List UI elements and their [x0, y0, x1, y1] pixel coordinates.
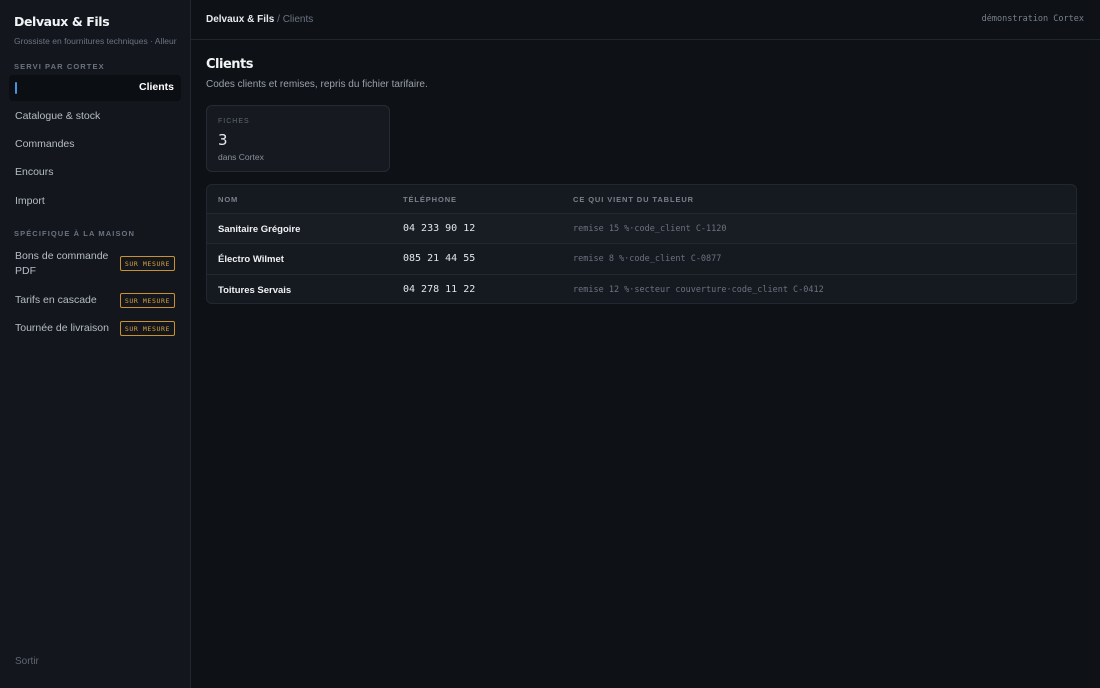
brand-subtitle: Grossiste en fournitures techniques · Al…: [14, 36, 177, 46]
sidebar-item-tournee[interactable]: Tournée de livraison SUR MESURE: [9, 316, 181, 342]
client-spreadsheet-data: remise 8 %·code_client C-0877: [573, 254, 722, 264]
client-name: Toitures Servais: [218, 285, 292, 296]
table-row[interactable]: Toitures Servais 04 278 11 22 remise 12 …: [207, 274, 1076, 303]
sidebar-item-clients[interactable]: Clients: [9, 75, 181, 101]
stat-card: FICHES 3 dans Cortex: [206, 105, 390, 172]
column-header-tableur: CE QUI VIENT DU TABLEUR: [573, 195, 694, 204]
logout-link[interactable]: Sortir: [15, 656, 39, 667]
sidebar-item-label: Encours: [15, 166, 54, 178]
section-label-cortex: SERVI PAR CORTEX: [14, 62, 105, 71]
column-header-nom: NOM: [218, 195, 239, 204]
sidebar-item-label: Import: [15, 195, 45, 207]
table-row[interactable]: Sanitaire Grégoire 04 233 90 12 remise 1…: [207, 213, 1076, 243]
sidebar-item-tarifs[interactable]: Tarifs en cascade SUR MESURE: [9, 288, 181, 314]
table-row[interactable]: Électro Wilmet 085 21 44 55 remise 8 %·c…: [207, 243, 1076, 273]
stat-note: dans Cortex: [218, 152, 264, 162]
sidebar-item-import[interactable]: Import: [9, 189, 181, 215]
client-phone: 04 278 11 22: [403, 284, 476, 295]
sidebar-item-label: Tarifs en cascade: [15, 294, 97, 306]
stat-value: 3: [218, 131, 228, 149]
client-phone: 085 21 44 55: [403, 253, 476, 264]
clients-table: NOM TÉLÉPHONE CE QUI VIENT DU TABLEUR Sa…: [206, 184, 1077, 304]
page-title: Clients: [206, 57, 253, 72]
topbar: Delvaux & Fils / Clients démonstration C…: [191, 0, 1100, 40]
breadcrumb-separator: /: [277, 14, 280, 25]
sidebar-item-label: Tournée de livraison: [15, 322, 109, 334]
sidebar-item-bons-de-commande[interactable]: Bons de commande PDF SUR MESURE: [9, 247, 181, 281]
breadcrumb: Delvaux & Fils / Clients: [206, 14, 313, 25]
breadcrumb-root[interactable]: Delvaux & Fils: [206, 14, 274, 25]
sidebar-item-label: Commandes: [15, 138, 75, 150]
stat-label: FICHES: [218, 118, 250, 125]
section-label-maison: SPÉCIFIQUE À LA MAISON: [14, 229, 136, 238]
page-subtitle: Codes clients et remises, repris du fich…: [206, 79, 428, 90]
sur-mesure-badge: SUR MESURE: [119, 293, 175, 308]
client-spreadsheet-data: remise 12 %·secteur couverture·code_clie…: [573, 285, 824, 295]
brand-title: Delvaux & Fils: [14, 14, 110, 29]
sidebar-item-label: Catalogue & stock: [15, 110, 101, 122]
sidebar-item-catalogue[interactable]: Catalogue & stock: [9, 104, 181, 130]
sidebar-item-commandes[interactable]: Commandes: [9, 132, 181, 158]
client-name: Électro Wilmet: [218, 254, 284, 265]
sidebar-item-label: Bons de commande PDF: [15, 250, 109, 277]
column-header-telephone: TÉLÉPHONE: [403, 195, 457, 204]
sidebar: Delvaux & Fils Grossiste en fournitures …: [0, 0, 191, 688]
sidebar-item-encours[interactable]: Encours: [9, 160, 181, 186]
client-spreadsheet-data: remise 15 %·code_client C-1120: [573, 224, 727, 234]
sur-mesure-badge: SUR MESURE: [119, 256, 175, 271]
sur-mesure-badge: SUR MESURE: [119, 321, 175, 336]
breadcrumb-current: Clients: [282, 14, 314, 25]
sidebar-item-label: Clients: [138, 81, 174, 93]
active-indicator: [15, 82, 17, 94]
client-phone: 04 233 90 12: [403, 223, 476, 234]
client-name: Sanitaire Grégoire: [218, 224, 301, 235]
demo-label: démonstration Cortex: [981, 14, 1084, 24]
